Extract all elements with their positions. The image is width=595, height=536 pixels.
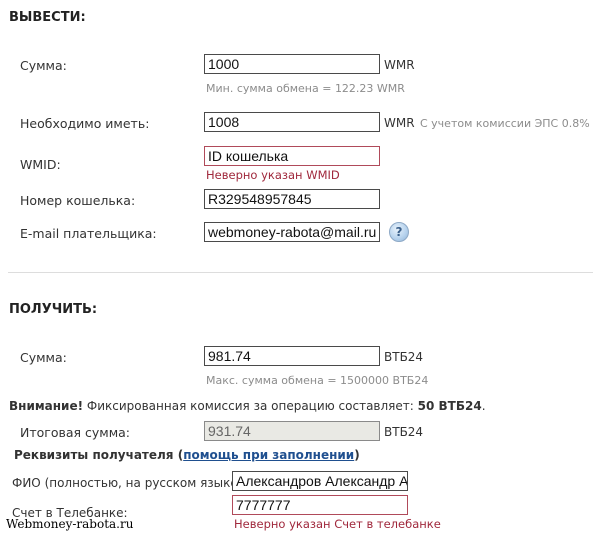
receive-section-title: ПОЛУЧИТЬ: — [9, 302, 98, 317]
withdraw-section-title: ВЫВЕСТИ: — [9, 10, 86, 25]
wmid-input[interactable]: ID кошелька — [204, 146, 380, 166]
fio-label: ФИО (полностью, на русском языке): — [12, 476, 247, 490]
withdraw-amount-hint: Мин. сумма обмена = 122.23 WMR — [206, 82, 405, 95]
fio-input[interactable]: Александров Александр Александрович — [232, 471, 408, 491]
withdraw-amount-label: Сумма: — [20, 58, 67, 73]
notice-amount: 50 ВТБ24 — [417, 399, 482, 413]
telebank-account-error: Неверно указан Счет в телебанке — [234, 517, 441, 531]
receive-amount-unit: ВТБ24 — [384, 350, 424, 364]
notice-text: Фиксированная комиссия за операцию соста… — [83, 399, 418, 413]
fill-help-link[interactable]: помощь при заполнении — [183, 448, 354, 462]
receive-amount-input[interactable]: 981.74 — [204, 346, 380, 366]
wmid-label: WMID: — [20, 157, 61, 172]
total-amount-unit: ВТБ24 — [384, 425, 424, 439]
requisites-end: ) — [354, 448, 360, 462]
withdraw-amount-input[interactable]: 1000 — [204, 54, 380, 74]
total-amount-label: Итоговая сумма: — [20, 425, 131, 440]
wallet-number-input[interactable]: R329548957845 — [204, 189, 380, 209]
requisites-label: Реквизиты получателя ( — [14, 448, 184, 462]
required-amount-unit: WMR — [384, 116, 415, 130]
payer-email-input[interactable]: webmoney-rabota@mail.ru — [204, 222, 380, 242]
wmid-error: Неверно указан WMID — [206, 168, 340, 182]
receive-amount-hint: Макс. сумма обмена = 1500000 ВТБ24 — [206, 374, 429, 387]
notice-warning: Внимание! — [9, 399, 84, 413]
required-amount-label: Необходимо иметь: — [20, 116, 150, 131]
recipient-requisites: Реквизиты получателя (помощь при заполне… — [14, 448, 360, 462]
total-amount-field: 931.74 — [204, 421, 380, 441]
telebank-account-input[interactable]: 7777777 — [232, 495, 408, 515]
wallet-number-label: Номер кошелька: — [20, 193, 136, 208]
receive-amount-label: Сумма: — [20, 350, 67, 365]
required-amount-input[interactable]: 1008 — [204, 112, 380, 132]
commission-notice: Внимание! Фиксированная комиссия за опер… — [9, 399, 486, 413]
help-icon[interactable]: ? — [389, 222, 409, 242]
commission-note: С учетом комиссии ЭПС 0.8% — [420, 117, 590, 130]
watermark: Webmoney-rabota.ru — [6, 517, 134, 531]
payer-email-label: E-mail плательщика: — [20, 226, 157, 241]
section-divider — [8, 272, 593, 273]
withdraw-amount-unit: WMR — [384, 58, 415, 72]
notice-end: . — [481, 399, 486, 413]
